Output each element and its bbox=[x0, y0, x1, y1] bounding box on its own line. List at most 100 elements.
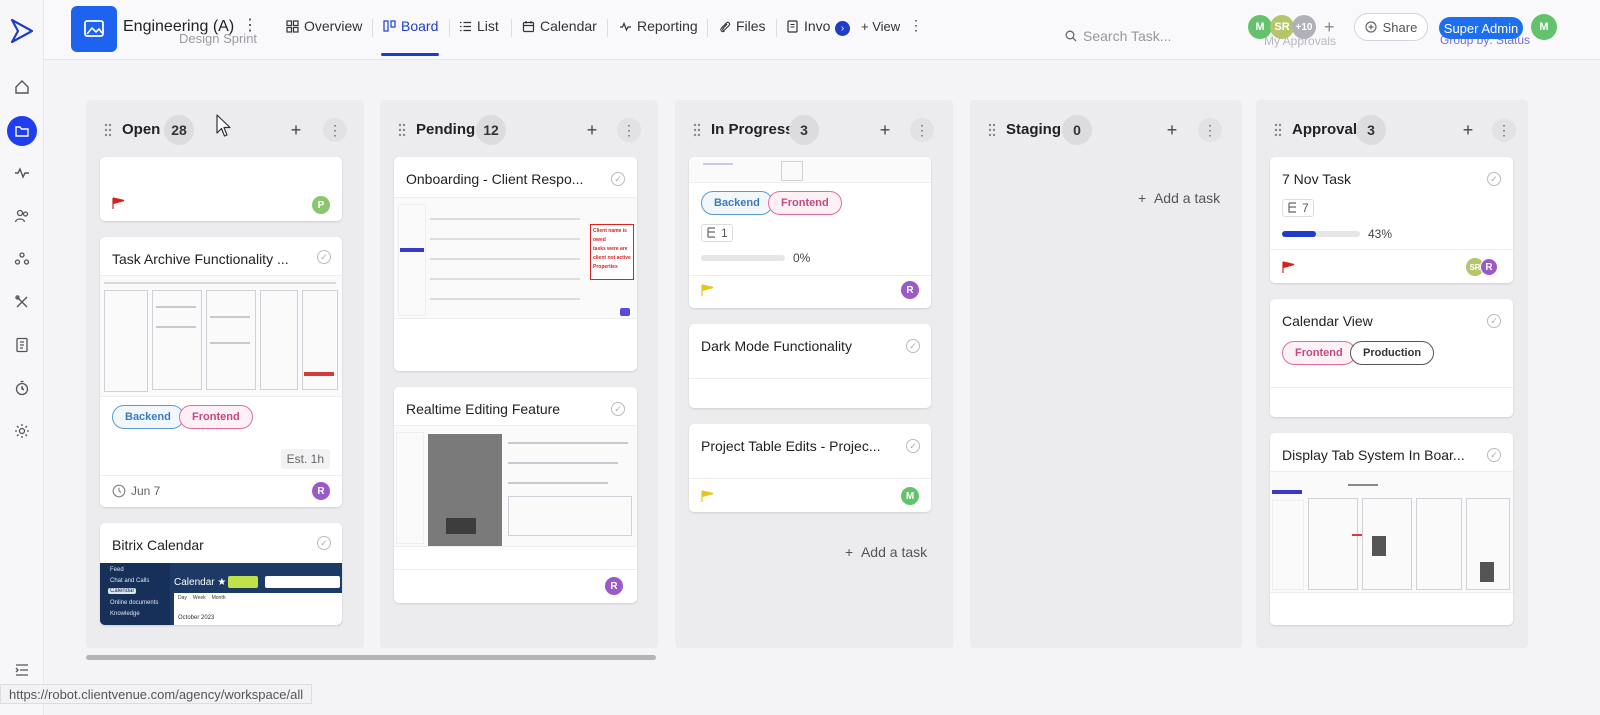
collapse-menu-icon[interactable] bbox=[8, 656, 36, 684]
horizontal-scrollbar[interactable] bbox=[86, 655, 656, 660]
task-card[interactable]: Bitrix Calendar ✓ Feed Chat and Calls Ca… bbox=[100, 523, 342, 625]
task-card[interactable]: Backend Frontend 1 0% R bbox=[689, 157, 931, 308]
add-task-button[interactable]: + Add a task bbox=[845, 544, 927, 560]
tag-frontend[interactable]: Frontend bbox=[1282, 341, 1356, 365]
complete-checkbox-icon[interactable]: ✓ bbox=[1487, 314, 1501, 328]
task-card[interactable]: Task Archive Functionality ... ✓ Backend… bbox=[100, 237, 342, 507]
tab-board[interactable]: Board bbox=[383, 18, 438, 34]
subtask-count[interactable]: 7 bbox=[1282, 199, 1314, 217]
assignee-avatar: M bbox=[901, 487, 919, 505]
tab-invoices[interactable]: Invo bbox=[786, 18, 830, 34]
settings-icon[interactable] bbox=[8, 417, 36, 445]
subtask-icon bbox=[1288, 202, 1296, 213]
complete-checkbox-icon[interactable]: ✓ bbox=[906, 339, 920, 353]
search-input[interactable]: Search Task... bbox=[1065, 28, 1171, 44]
add-task-icon[interactable]: + bbox=[1160, 118, 1184, 142]
left-sidebar bbox=[0, 0, 44, 715]
column-more-icon[interactable]: ⋮ bbox=[1198, 118, 1222, 142]
drag-handle-icon[interactable] bbox=[693, 123, 701, 137]
task-card[interactable]: Realtime Editing Feature ✓ R bbox=[394, 387, 637, 603]
invoice-icon[interactable] bbox=[8, 331, 36, 359]
column-title: Pending bbox=[416, 121, 476, 138]
column-open: Open 28 + ⋮ P Task Archive Functionality… bbox=[86, 100, 364, 648]
due-date[interactable]: Jun 7 bbox=[112, 484, 160, 498]
app-logo-icon[interactable] bbox=[4, 14, 38, 48]
avatar[interactable]: M bbox=[1248, 15, 1272, 39]
chevron-right-icon[interactable]: › bbox=[835, 21, 850, 36]
activity-icon[interactable] bbox=[8, 159, 36, 187]
task-card[interactable]: 7 Nov Task ✓ 7 43% SR R bbox=[1270, 157, 1513, 283]
user-avatar[interactable]: M bbox=[1531, 14, 1557, 40]
share-button[interactable]: Share bbox=[1354, 13, 1428, 41]
column-title: In Progress bbox=[711, 121, 794, 138]
nav-divider bbox=[607, 19, 608, 37]
column-more-icon[interactable]: ⋮ bbox=[910, 118, 934, 142]
project-image-icon[interactable] bbox=[71, 6, 117, 52]
add-task-button[interactable]: + Add a task bbox=[1138, 190, 1220, 206]
add-member-icon[interactable]: + bbox=[1324, 17, 1335, 38]
tag-frontend[interactable]: Frontend bbox=[179, 405, 253, 429]
card-divider bbox=[689, 478, 931, 479]
drag-handle-icon[interactable] bbox=[104, 123, 112, 137]
column-more-icon[interactable]: ⋮ bbox=[617, 118, 641, 142]
add-task-icon[interactable]: + bbox=[284, 118, 308, 142]
users-icon[interactable] bbox=[8, 202, 36, 230]
avatar[interactable]: SR bbox=[1270, 15, 1294, 39]
task-card[interactable]: Calendar View ✓ Frontend Production bbox=[1270, 299, 1513, 417]
task-title: Realtime Editing Feature bbox=[406, 401, 561, 417]
task-thumbnail bbox=[394, 425, 637, 547]
nav-divider bbox=[511, 19, 512, 37]
mouse-cursor-icon bbox=[216, 114, 231, 137]
column-approval: Approval 3 + ⋮ 7 Nov Task ✓ 7 43% SR R C… bbox=[1256, 100, 1528, 648]
add-view-button[interactable]: + View bbox=[861, 19, 900, 34]
column-count: 0 bbox=[1062, 115, 1092, 145]
complete-checkbox-icon[interactable]: ✓ bbox=[317, 250, 331, 264]
home-icon[interactable] bbox=[8, 73, 36, 101]
task-card[interactable]: Dark Mode Functionality ✓ bbox=[689, 324, 931, 408]
drag-handle-icon[interactable] bbox=[988, 123, 996, 137]
complete-checkbox-icon[interactable]: ✓ bbox=[317, 536, 331, 550]
column-count: 3 bbox=[1356, 115, 1386, 145]
complete-checkbox-icon[interactable]: ✓ bbox=[611, 172, 625, 186]
complete-checkbox-icon[interactable]: ✓ bbox=[611, 402, 625, 416]
folder-icon[interactable] bbox=[7, 116, 37, 146]
drag-handle-icon[interactable] bbox=[1274, 123, 1282, 137]
teams-icon[interactable] bbox=[8, 245, 36, 273]
subtask-count[interactable]: 1 bbox=[701, 224, 733, 242]
flag-icon bbox=[1282, 261, 1295, 273]
drag-handle-icon[interactable] bbox=[398, 123, 406, 137]
complete-checkbox-icon[interactable]: ✓ bbox=[1487, 448, 1501, 462]
column-more-icon[interactable]: ⋮ bbox=[1492, 118, 1516, 142]
progress-bar bbox=[1282, 231, 1360, 237]
tab-calendar[interactable]: Calendar bbox=[522, 18, 597, 34]
tab-overview[interactable]: Overview bbox=[286, 18, 362, 34]
tab-reporting[interactable]: Reporting bbox=[619, 18, 698, 34]
avatar-overflow[interactable]: +10 bbox=[1292, 15, 1316, 39]
tag-production[interactable]: Production bbox=[1350, 341, 1435, 365]
tab-list[interactable]: List bbox=[459, 18, 499, 34]
add-task-icon[interactable]: + bbox=[580, 118, 604, 142]
project-subtitle: Design Sprint bbox=[179, 31, 258, 46]
task-title: Display Tab System In Boar... bbox=[1282, 447, 1465, 463]
calendar-icon bbox=[522, 20, 535, 32]
task-card[interactable]: Display Tab System In Boar... ✓ bbox=[1270, 433, 1513, 625]
column-count: 28 bbox=[164, 115, 194, 145]
add-task-icon[interactable]: + bbox=[1456, 118, 1480, 142]
tag-backend[interactable]: Backend bbox=[112, 405, 184, 429]
view-more-icon[interactable]: ⋮ bbox=[909, 17, 923, 34]
tag-frontend[interactable]: Frontend bbox=[768, 191, 842, 215]
tools-icon[interactable] bbox=[8, 288, 36, 316]
complete-checkbox-icon[interactable]: ✓ bbox=[1487, 172, 1501, 186]
task-title: Dark Mode Functionality bbox=[701, 338, 852, 354]
add-task-icon[interactable]: + bbox=[873, 118, 897, 142]
assignee-avatar: R bbox=[901, 281, 919, 299]
column-more-icon[interactable]: ⋮ bbox=[323, 118, 347, 142]
tab-files[interactable]: Files bbox=[718, 18, 766, 34]
task-card[interactable]: P bbox=[100, 157, 342, 221]
complete-checkbox-icon[interactable]: ✓ bbox=[906, 439, 920, 453]
task-card[interactable]: Project Table Edits - Projec... ✓ M bbox=[689, 424, 931, 512]
timer-icon[interactable] bbox=[8, 374, 36, 402]
task-card[interactable]: Onboarding - Client Respo... ✓ Client na… bbox=[394, 157, 637, 371]
tag-backend[interactable]: Backend bbox=[701, 191, 773, 215]
column-pending: Pending 12 + ⋮ Onboarding - Client Respo… bbox=[380, 100, 658, 648]
